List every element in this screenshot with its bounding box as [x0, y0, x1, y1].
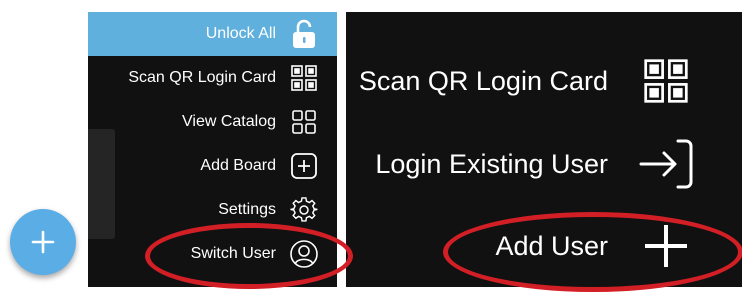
- user-menu: Scan QR Login Card Login Existing User A…: [346, 12, 742, 287]
- side-menu: Unlock All Scan QR Login Card View Catal…: [88, 12, 337, 287]
- qr-code-icon: [288, 62, 320, 94]
- menu-item-view-catalog[interactable]: View Catalog: [88, 100, 337, 144]
- menu-item-unlock-all[interactable]: Unlock All: [88, 12, 337, 56]
- gear-icon: [288, 194, 320, 226]
- menu-item-label: Add Board: [200, 157, 276, 174]
- menu-item-add-user[interactable]: Add User: [346, 211, 742, 281]
- unlock-icon: [288, 18, 320, 50]
- grid-icon: [288, 106, 320, 138]
- login-arrow-icon: [638, 136, 694, 192]
- plus-icon: [638, 218, 694, 274]
- menu-item-add-board[interactable]: Add Board: [88, 144, 337, 188]
- menu-item-settings[interactable]: Settings: [88, 188, 337, 232]
- user-circle-icon: [288, 238, 320, 270]
- plus-icon: [31, 230, 55, 254]
- menu-item-login-existing-user[interactable]: Login Existing User: [346, 129, 742, 199]
- menu-item-label: Scan QR Login Card: [128, 69, 276, 86]
- menu-item-label: Switch User: [190, 245, 276, 262]
- menu-item-label: View Catalog: [182, 113, 276, 130]
- menu-item-label: Add User: [495, 230, 608, 261]
- qr-code-icon: [638, 53, 694, 109]
- menu-item-switch-user[interactable]: Switch User: [88, 232, 337, 276]
- menu-item-label: Settings: [218, 201, 276, 218]
- menu-item-scan-qr[interactable]: Scan QR Login Card: [88, 56, 337, 100]
- menu-item-label: Scan QR Login Card: [358, 65, 608, 96]
- add-fab-button[interactable]: [10, 209, 76, 275]
- menu-item-label: Login Existing User: [375, 148, 608, 179]
- menu-item-label: Unlock All: [205, 25, 276, 42]
- menu-item-scan-qr-login[interactable]: Scan QR Login Card: [346, 46, 742, 116]
- plus-box-icon: [288, 150, 320, 182]
